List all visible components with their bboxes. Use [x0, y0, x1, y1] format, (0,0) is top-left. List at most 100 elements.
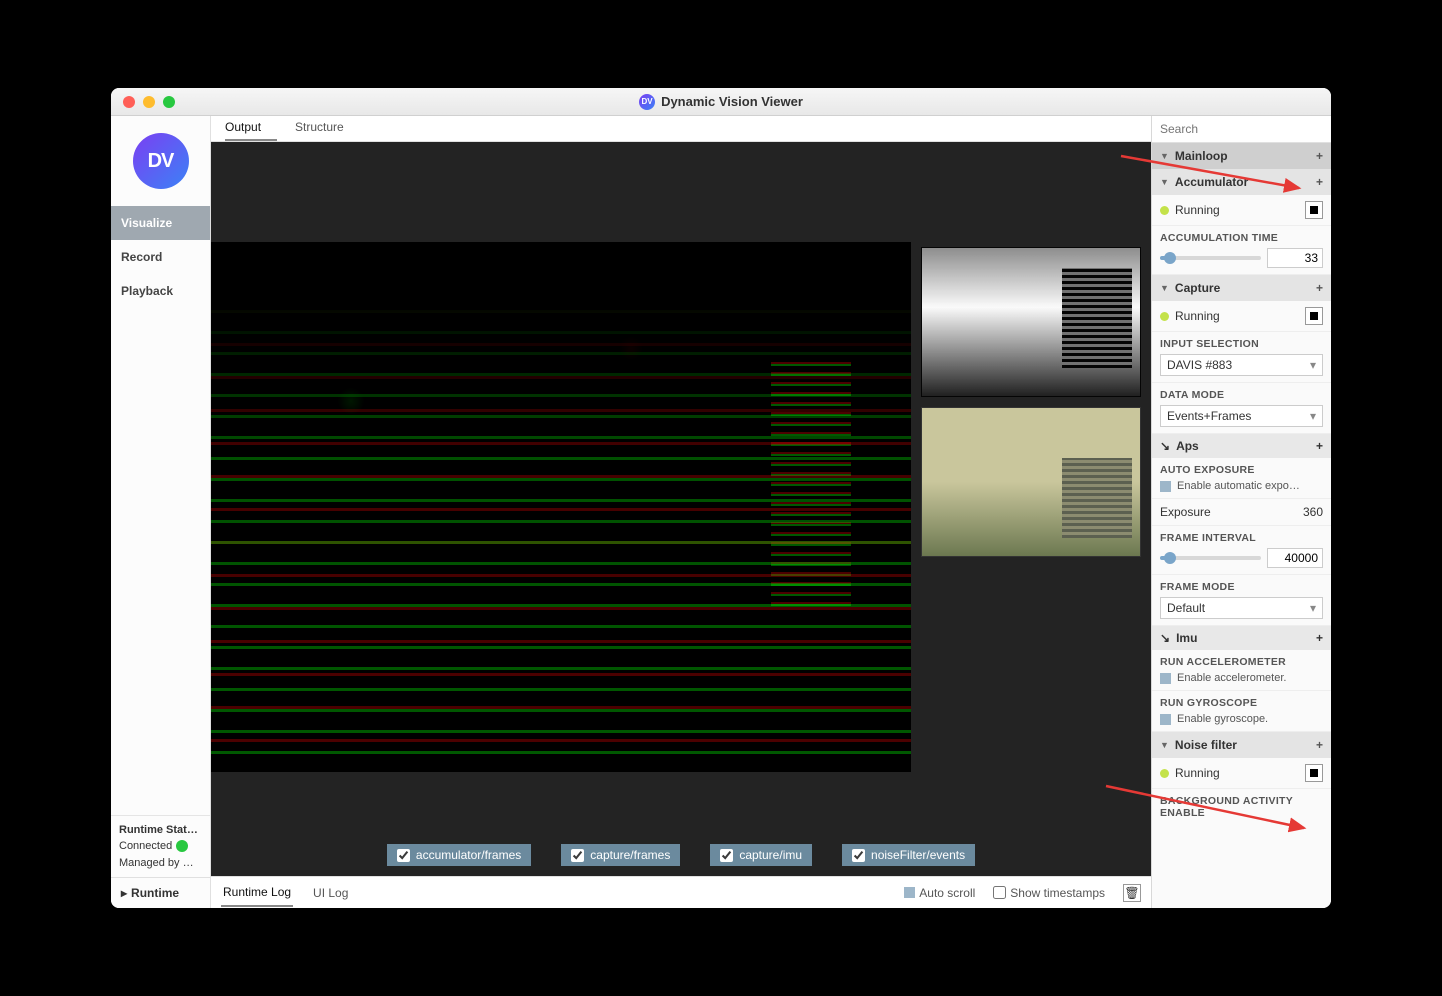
connected-row: Connected — [119, 838, 202, 855]
show-timestamps-checkbox[interactable] — [993, 886, 1006, 899]
section-mainloop[interactable]: ▼ Mainloop + — [1152, 143, 1331, 169]
chip-capture-imu-label: capture/imu — [739, 848, 802, 862]
clear-log-button[interactable]: 🗑 — [1123, 884, 1141, 902]
accumulator-running-label: Running — [1175, 203, 1220, 217]
subsection-imu-add-icon[interactable]: + — [1316, 631, 1323, 645]
show-timestamps-toggle[interactable]: Show timestamps — [993, 886, 1105, 900]
auto-exposure-label: AUTO EXPOSURE — [1160, 464, 1323, 476]
chip-noisefilter-events[interactable]: noiseFilter/events — [842, 844, 975, 866]
section-noise-filter-add-icon[interactable]: + — [1316, 738, 1323, 752]
left-sidebar: DV Visualize Record Playback Runtime Sta… — [111, 116, 211, 908]
close-window-button[interactable] — [123, 96, 135, 108]
aps-frame-thumbnail-gray — [921, 247, 1141, 397]
chip-capture-frames[interactable]: capture/frames — [561, 844, 680, 866]
connected-status-icon — [176, 840, 188, 852]
auto-exposure-prop: AUTO EXPOSURE Enable automatic expo… — [1152, 458, 1331, 499]
section-mainloop-label: Mainloop — [1175, 149, 1228, 163]
run-gyroscope-checkbox[interactable] — [1160, 714, 1171, 725]
events-visualization — [211, 242, 911, 772]
chip-capture-imu[interactable]: capture/imu — [710, 844, 812, 866]
section-accumulator-add-icon[interactable]: + — [1316, 175, 1323, 189]
window-controls — [111, 96, 175, 108]
tab-ui-log[interactable]: UI Log — [311, 880, 350, 906]
run-gyroscope-desc: Enable gyroscope. — [1177, 713, 1268, 725]
run-accelerometer-label: RUN ACCELEROMETER — [1160, 656, 1323, 668]
window-title-text: Dynamic Vision Viewer — [661, 94, 803, 109]
section-capture[interactable]: ▼ Capture + — [1152, 275, 1331, 301]
logo-icon: DV — [133, 133, 189, 189]
section-noise-filter-label: Noise filter — [1175, 738, 1237, 752]
capture-stop-button[interactable] — [1305, 307, 1323, 325]
properties-panel: ▼ Mainloop + ▼ Accumulator + Running ACC… — [1151, 116, 1331, 908]
auto-scroll-toggle[interactable]: Auto scroll — [904, 886, 975, 900]
maximize-window-button[interactable] — [163, 96, 175, 108]
frame-mode-dropdown[interactable]: Default — [1160, 597, 1323, 619]
window-title: DV Dynamic Vision Viewer — [111, 94, 1331, 110]
tab-output[interactable]: Output — [225, 116, 277, 141]
runtime-status: Runtime Stat… Connected Managed by … — [111, 815, 210, 878]
auto-scroll-label: Auto scroll — [919, 886, 975, 900]
running-status-icon — [1160, 769, 1169, 778]
section-noise-filter[interactable]: ▼ Noise filter + — [1152, 732, 1331, 758]
chip-capture-imu-check[interactable] — [720, 849, 733, 862]
data-mode-dropdown[interactable]: Events+Frames — [1160, 405, 1323, 427]
chip-noisefilter-events-check[interactable] — [852, 849, 865, 862]
auto-exposure-checkbox[interactable] — [1160, 481, 1171, 492]
section-accumulator-label: Accumulator — [1175, 175, 1248, 189]
log-bar: Runtime Log UI Log Auto scroll Show time… — [211, 876, 1151, 908]
data-mode-label: DATA MODE — [1160, 389, 1323, 401]
properties-search-input[interactable] — [1152, 116, 1331, 143]
running-status-icon — [1160, 312, 1169, 321]
managed-by-label: Managed by … — [119, 855, 202, 872]
exposure-label: Exposure — [1160, 505, 1211, 519]
stop-icon — [1310, 769, 1318, 777]
auto-scroll-checkbox[interactable] — [904, 887, 915, 898]
nav-record[interactable]: Record — [111, 240, 210, 274]
tab-runtime-log[interactable]: Runtime Log — [221, 879, 293, 907]
chip-capture-frames-check[interactable] — [571, 849, 584, 862]
chip-accumulator-frames-check[interactable] — [397, 849, 410, 862]
auto-exposure-desc: Enable automatic expo… — [1177, 480, 1300, 492]
input-selection-prop: INPUT SELECTION DAVIS #883 — [1152, 332, 1331, 383]
frame-mode-prop: FRAME MODE Default — [1152, 575, 1331, 626]
subsection-aps[interactable]: ↘ Aps + — [1152, 434, 1331, 458]
run-gyroscope-label: RUN GYROSCOPE — [1160, 697, 1323, 709]
chevron-down-icon: ▼ — [1160, 740, 1169, 750]
chip-accumulator-frames[interactable]: accumulator/frames — [387, 844, 531, 866]
frame-interval-slider[interactable] — [1160, 556, 1261, 560]
accumulation-time-input[interactable] — [1267, 248, 1323, 268]
visualizer-viewport[interactable]: accumulator/frames capture/frames captur… — [211, 142, 1151, 876]
chevron-down-icon: ▼ — [1160, 283, 1169, 293]
trash-icon: 🗑 — [1124, 886, 1139, 900]
run-accelerometer-checkbox[interactable] — [1160, 673, 1171, 684]
tab-structure[interactable]: Structure — [295, 116, 360, 141]
accumulation-time-slider[interactable] — [1160, 256, 1261, 260]
runtime-button[interactable]: ▸ Runtime — [111, 877, 210, 908]
section-mainloop-add-icon[interactable]: + — [1316, 149, 1323, 163]
chip-capture-frames-label: capture/frames — [590, 848, 670, 862]
nav-visualize[interactable]: Visualize — [111, 206, 210, 240]
center-pane: Output Structure accumulator/frames capt… — [211, 116, 1151, 908]
subsection-imu[interactable]: ↘ Imu + — [1152, 626, 1331, 650]
data-mode-prop: DATA MODE Events+Frames — [1152, 383, 1331, 434]
section-capture-add-icon[interactable]: + — [1316, 281, 1323, 295]
runtime-button-label: Runtime — [131, 886, 179, 900]
noise-running-row: Running — [1152, 758, 1331, 789]
stop-icon — [1310, 312, 1318, 320]
subsection-aps-add-icon[interactable]: + — [1316, 439, 1323, 453]
arrow-expand-icon: ↘ — [1160, 631, 1170, 645]
background-activity-label: BACKGROUND ACTIVITY ENABLE — [1160, 795, 1323, 819]
accumulator-stop-button[interactable] — [1305, 201, 1323, 219]
minimize-window-button[interactable] — [143, 96, 155, 108]
input-selection-dropdown[interactable]: DAVIS #883 — [1160, 354, 1323, 376]
accumulation-time-label: ACCUMULATION TIME — [1160, 232, 1323, 244]
frame-interval-input[interactable] — [1267, 548, 1323, 568]
section-accumulator[interactable]: ▼ Accumulator + — [1152, 169, 1331, 195]
frame-mode-value: Default — [1167, 601, 1205, 615]
run-accelerometer-desc: Enable accelerometer. — [1177, 672, 1286, 684]
nav-playback[interactable]: Playback — [111, 274, 210, 308]
input-selection-label: INPUT SELECTION — [1160, 338, 1323, 350]
noise-stop-button[interactable] — [1305, 764, 1323, 782]
chevron-down-icon: ▼ — [1160, 177, 1169, 187]
chip-noisefilter-events-label: noiseFilter/events — [871, 848, 965, 862]
